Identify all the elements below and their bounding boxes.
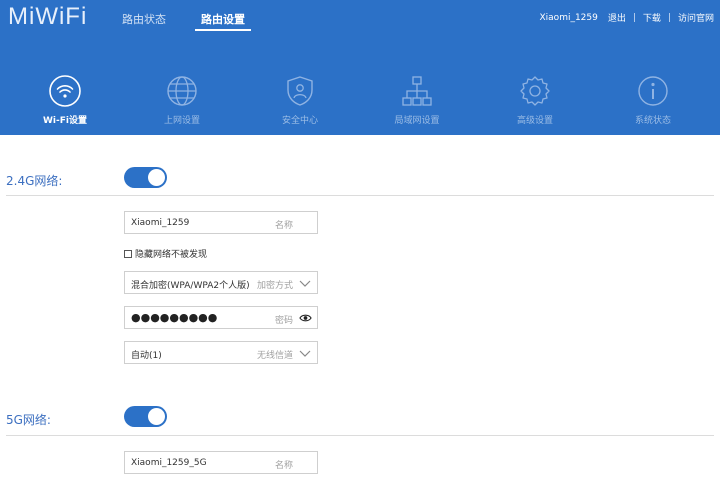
tab-advanced-settings[interactable]: 高级设置 [485,74,585,126]
tab-system-status[interactable]: 系统状态 [603,74,703,126]
wifi5-section-label: 5G网络: [6,413,51,427]
password-mask: ●●●●●●●●● [131,311,218,324]
top-links: Xiaomi_1259 退出 | 下载 | 访问官网 [539,11,715,25]
toggle-knob [148,408,165,425]
username-label: Xiaomi_1259 [539,12,598,23]
channel-hint: 无线信道 [256,351,293,361]
lan-icon [402,76,432,106]
shield-icon [287,76,313,106]
active-nav-underline [195,29,251,31]
hide-network-checkbox[interactable]: 隐藏网络不被发现 [124,247,207,260]
tab-label: 系统状态 [634,116,671,126]
tab-label: 安全中心 [281,116,318,126]
official-site-link[interactable]: 访问官网 [678,11,714,24]
checkbox-box[interactable] [124,249,132,258]
info-icon [638,76,668,106]
toggle-knob [148,169,165,186]
ssid-hint: 名称 [274,461,293,471]
section-divider [6,435,714,436]
tab-lan-settings[interactable]: 局域网设置 [367,74,467,126]
link-separator: | [667,12,671,23]
section-divider [6,195,714,196]
globe-icon [167,76,197,106]
ssid-value: Xiaomi_1259 [131,218,190,228]
wifi24-password-field[interactable]: ●●●●●●●●● 密码 [124,306,318,329]
nav-router-settings[interactable]: 路由设置 [201,11,245,27]
wifi24-encryption-select[interactable]: 混合加密(WPA/WPA2个人版) 加密方式 [124,271,318,294]
wifi24-channel-select[interactable]: 自动(1) 无线信道 [124,341,318,364]
tab-label: Wi-Fi设置 [43,116,87,126]
tab-label: 局域网设置 [394,116,440,126]
wifi24-ssid-field[interactable]: Xiaomi_1259 名称 [124,211,318,234]
tab-label: 上网设置 [163,116,200,126]
eye-icon[interactable] [299,313,312,323]
channel-value: 自动(1) [131,351,162,361]
chevron-down-icon [299,350,311,357]
link-separator: | [632,12,636,23]
tab-wifi-settings[interactable]: Wi-Fi设置 [15,74,115,126]
hide-network-label: 隐藏网络不被发现 [135,250,208,260]
miwifi-logo: MiWiFi [8,3,88,30]
logout-link[interactable]: 退出 [608,11,626,24]
wifi5-ssid-field[interactable]: Xiaomi_1259_5G 名称 [124,451,318,474]
chevron-down-icon [299,280,311,287]
encryption-hint: 加密方式 [256,281,293,291]
ssid-value: Xiaomi_1259_5G [131,458,207,468]
wifi-icon [49,75,81,107]
wifi24-section-label: 2.4G网络: [6,174,63,188]
gear-icon [520,76,550,106]
nav-router-status[interactable]: 路由状态 [122,11,166,27]
download-link[interactable]: 下载 [643,11,661,24]
password-hint: 密码 [274,316,293,326]
ssid-hint: 名称 [274,221,293,231]
top-header: MiWiFi 路由状态 路由设置 Xiaomi_1259 退出 | 下载 | 访… [0,0,720,135]
wifi5-toggle[interactable] [124,406,167,427]
wifi24-toggle[interactable] [124,167,167,188]
tab-internet-settings[interactable]: 上网设置 [132,74,232,126]
tab-security-center[interactable]: 安全中心 [250,74,350,126]
encryption-value: 混合加密(WPA/WPA2个人版) [131,281,250,291]
tab-label: 高级设置 [516,116,553,126]
